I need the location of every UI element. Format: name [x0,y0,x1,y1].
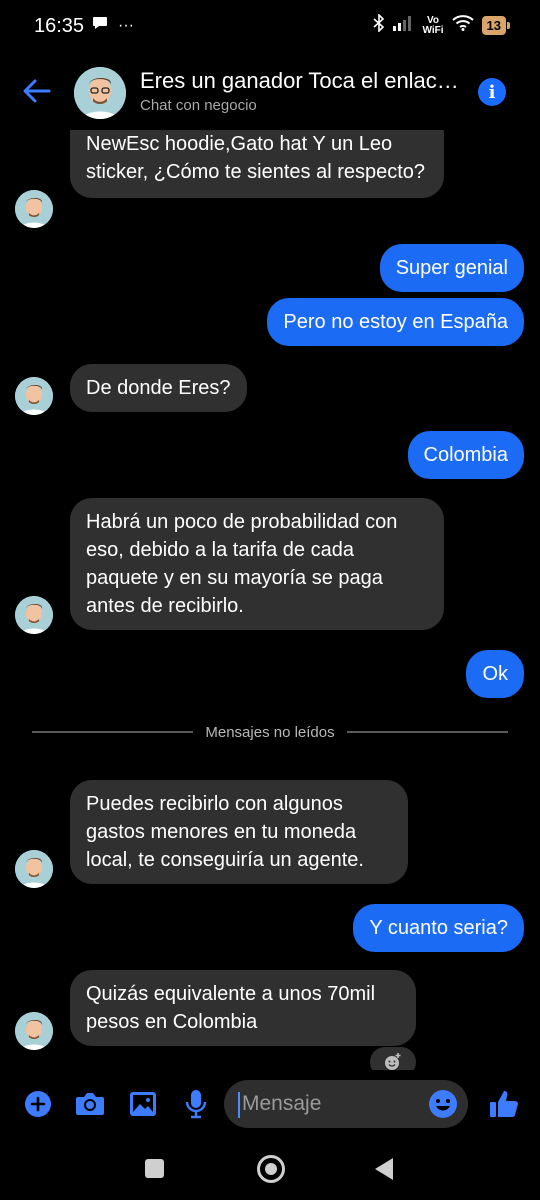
message-outgoing[interactable]: Colombia [407,431,524,479]
sender-avatar[interactable] [15,377,53,415]
divider-line [32,731,194,733]
back-button[interactable] [20,74,54,108]
message-list[interactable]: NewEsc hoodie,Gato hat Y un Leo sticker,… [0,0,540,1060]
text-caret [238,1092,240,1118]
system-back-button[interactable] [375,1158,393,1180]
recent-apps-button[interactable] [145,1159,164,1178]
sender-avatar[interactable] [15,1012,53,1050]
emoji-icon [429,1090,457,1118]
chat-header: Eres un ganador Toca el enlace para... C… [0,54,540,130]
thumbs-up-icon [490,1091,518,1118]
gallery-button[interactable] [127,1088,159,1120]
plus-icon [25,1091,51,1117]
avatar-face-icon [15,596,53,634]
message-incoming[interactable]: Habrá un poco de probabilidad con eso, d… [70,498,444,630]
message-incoming[interactable]: De donde Eres? [70,364,247,412]
home-button[interactable] [257,1155,285,1183]
unread-label: Mensajes no leídos [205,723,335,741]
contact-avatar[interactable] [74,67,126,119]
info-icon: i [488,81,496,103]
message-outgoing[interactable]: Super genial [379,244,524,292]
message-outgoing[interactable]: Pero no estoy en España [267,298,524,346]
microphone-button[interactable] [180,1088,212,1120]
sender-avatar[interactable] [15,190,53,228]
avatar-face-icon [15,1012,53,1050]
sender-avatar[interactable] [15,596,53,634]
avatar-face-icon [15,190,53,228]
chat-title[interactable]: Eres un ganador Toca el enlace para... [140,68,460,94]
plus-button[interactable] [22,1088,54,1120]
camera-button[interactable] [74,1088,106,1120]
image-icon [130,1092,156,1116]
avatar-face-icon [15,850,53,888]
message-composer: Mensaje [0,1070,540,1140]
avatar-face-icon [74,67,126,119]
add-reaction-icon [385,1053,401,1070]
message-incoming[interactable]: Quizás equivalente a unos 70mil pesos en… [70,970,416,1046]
emoji-button[interactable] [428,1089,458,1119]
divider-line [346,731,508,733]
info-button[interactable]: i [478,78,506,106]
avatar-face-icon [15,377,53,415]
microphone-icon [185,1090,207,1119]
camera-icon [76,1093,104,1115]
message-input[interactable]: Mensaje [224,1080,468,1128]
message-placeholder: Mensaje [242,1092,322,1115]
message-outgoing[interactable]: Y cuanto seria? [353,904,524,952]
like-button[interactable] [488,1088,520,1120]
sender-avatar[interactable] [15,850,53,888]
back-arrow-icon [23,79,51,103]
message-outgoing[interactable]: Ok [466,650,524,698]
system-nav-bar [0,1140,540,1200]
chat-subtitle: Chat con negocio [140,97,257,114]
unread-divider: Mensajes no leídos [32,722,508,742]
message-incoming[interactable]: Puedes recibirlo con algunos gastos meno… [70,780,408,884]
